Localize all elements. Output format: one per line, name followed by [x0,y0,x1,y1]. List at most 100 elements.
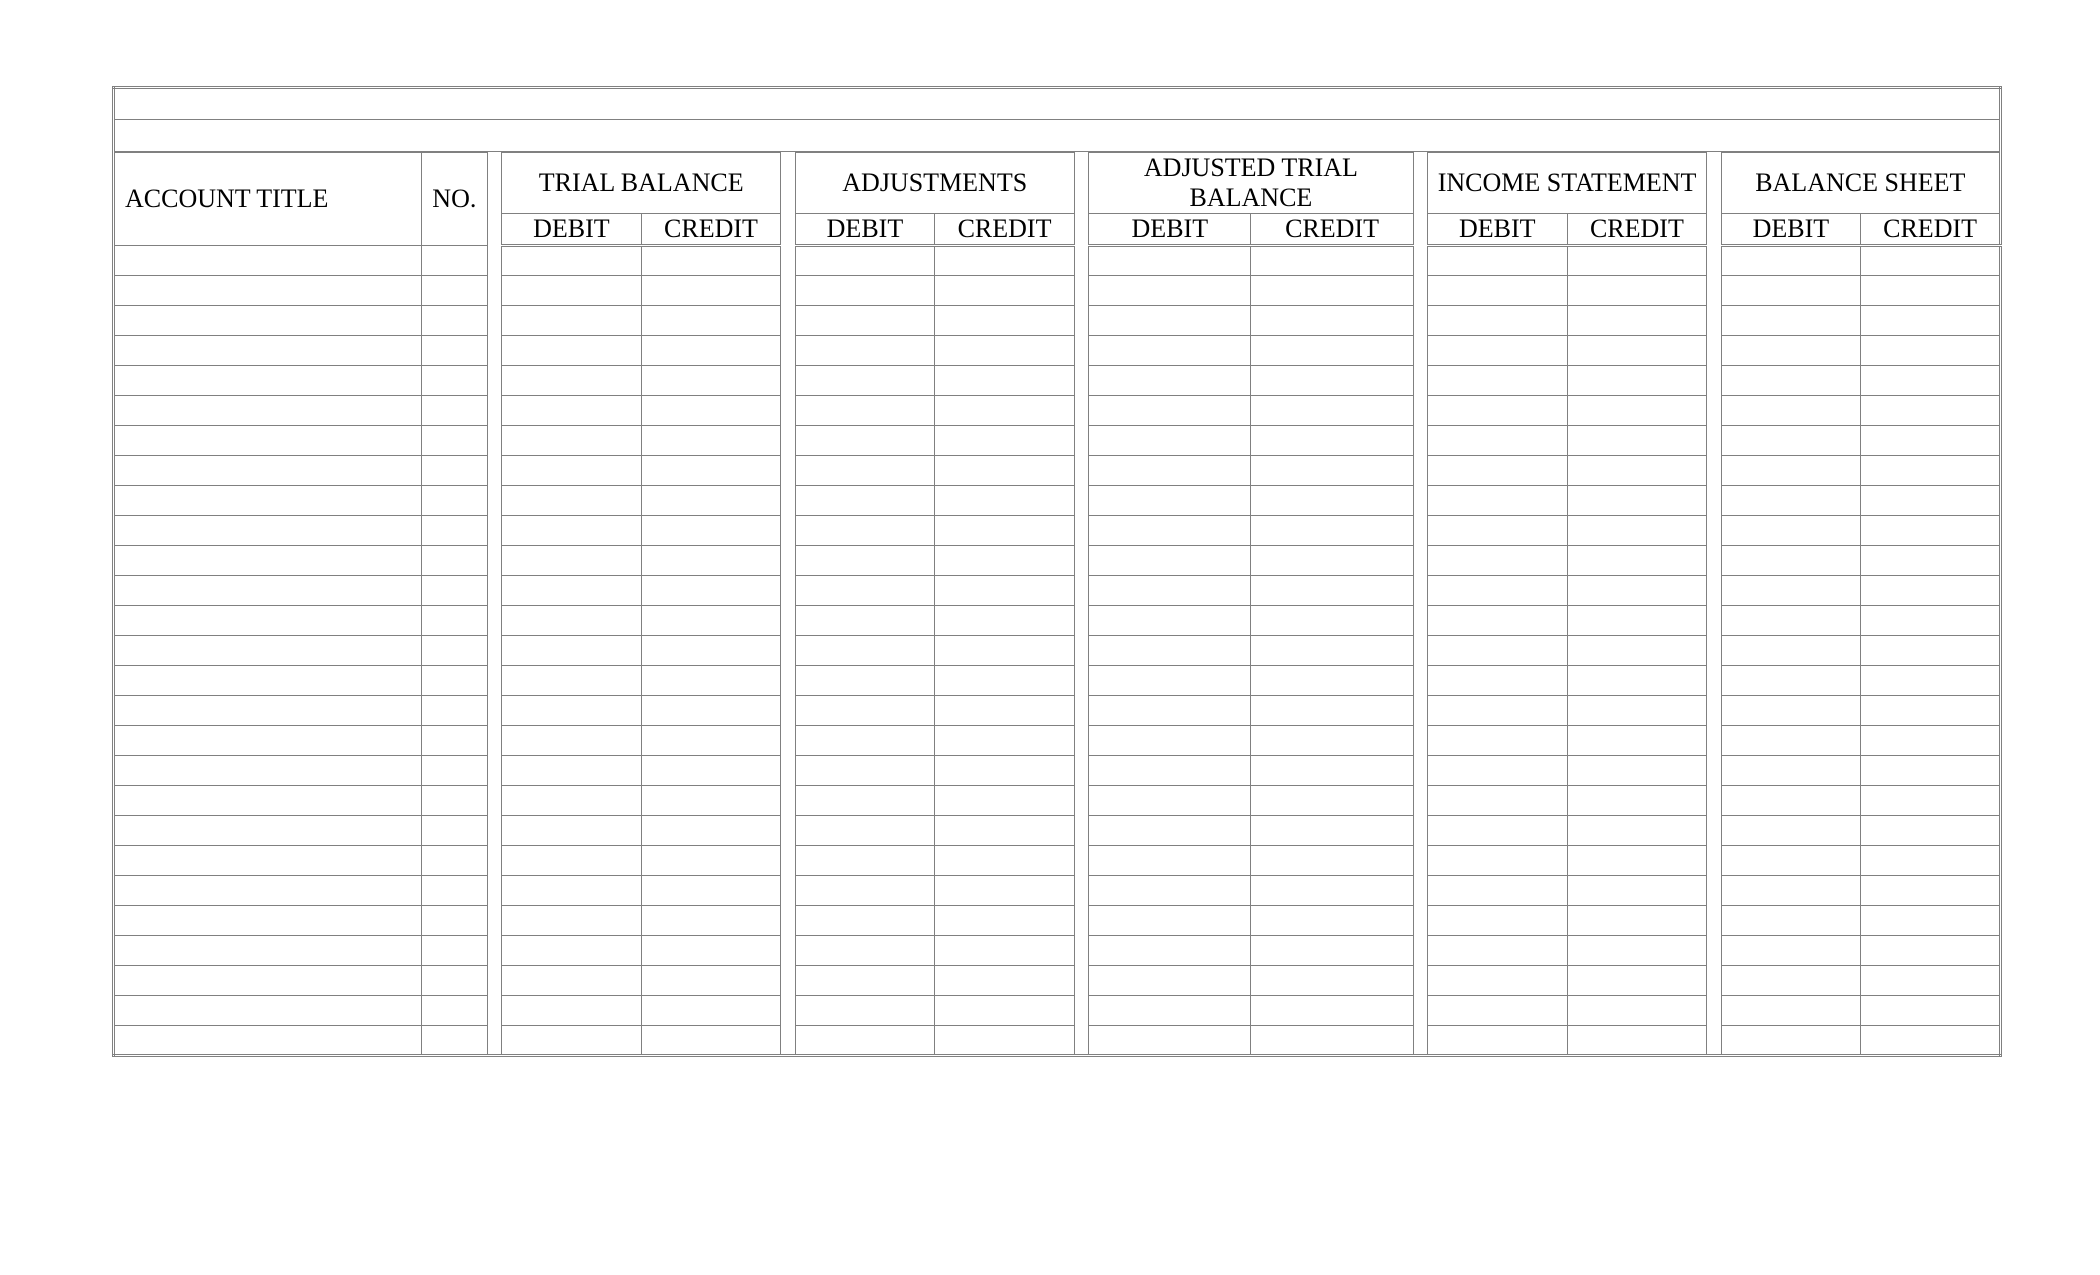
cell [114,965,422,995]
cell [1251,575,1413,605]
cell [1427,905,1567,935]
cell [781,935,795,965]
cell [1861,395,2001,425]
cell [502,965,642,995]
cell [795,995,935,1025]
cell [641,935,781,965]
cell [1251,365,1413,395]
cell [1707,365,1721,395]
cell [114,935,422,965]
cell [1074,665,1088,695]
cell [1721,965,1861,995]
cell [641,305,781,335]
table-row [114,605,2001,635]
cell [935,275,1075,305]
cell [1427,665,1567,695]
cell [114,575,422,605]
cell [795,335,935,365]
cell [421,395,487,425]
cell [1427,875,1567,905]
cell [795,695,935,725]
cell [502,995,642,1025]
cell [421,845,487,875]
cell [935,335,1075,365]
cell [1721,305,1861,335]
cell [421,635,487,665]
cell [1074,875,1088,905]
cell [487,755,501,785]
cell [641,365,781,395]
cell [1251,395,1413,425]
cell [1413,485,1427,515]
table-row [114,815,2001,845]
cell [1413,545,1427,575]
cell [1413,695,1427,725]
cell [1707,875,1721,905]
cell [1861,275,2001,305]
cell [502,935,642,965]
tb-credit: CREDIT [641,213,781,245]
cell [1251,425,1413,455]
cell [1567,875,1707,905]
cell [1567,515,1707,545]
cell [1427,605,1567,635]
cell [502,365,642,395]
cell [1707,845,1721,875]
cell [114,695,422,725]
cell [487,335,501,365]
cell [795,935,935,965]
atb-debit: DEBIT [1089,213,1251,245]
cell [781,305,795,335]
cell [1567,965,1707,995]
cell [1413,575,1427,605]
cell [1707,275,1721,305]
table-row [114,965,2001,995]
cell [1251,245,1413,275]
cell [1251,815,1413,845]
cell [114,845,422,875]
table-row [114,485,2001,515]
cell [114,665,422,695]
cell [114,305,422,335]
cell [781,965,795,995]
cell [1567,275,1707,305]
cell [1721,455,1861,485]
cell [1707,755,1721,785]
cell [1251,905,1413,935]
cell [487,485,501,515]
cell [795,785,935,815]
cell [421,755,487,785]
cell [795,515,935,545]
cell [1861,425,2001,455]
cell [1251,545,1413,575]
cell [1413,605,1427,635]
cell [114,365,422,395]
cell [1251,485,1413,515]
cell [1567,335,1707,365]
cell [1089,935,1251,965]
cell [1567,605,1707,635]
cell [487,395,501,425]
cell [487,305,501,335]
cell [795,305,935,335]
cell [421,455,487,485]
cell [421,605,487,635]
cell [781,395,795,425]
cell [1427,1025,1567,1055]
cell [1089,365,1251,395]
cell [1721,1025,1861,1055]
cell [502,845,642,875]
cell [1721,875,1861,905]
cell [1089,695,1251,725]
cell [1413,845,1427,875]
table-row [114,335,2001,365]
cell [487,545,501,575]
cell [1707,305,1721,335]
cell [1861,815,2001,845]
cell [641,695,781,725]
cell [114,905,422,935]
cell [1707,395,1721,425]
cell [1427,395,1567,425]
cell [1861,245,2001,275]
cell [781,755,795,785]
